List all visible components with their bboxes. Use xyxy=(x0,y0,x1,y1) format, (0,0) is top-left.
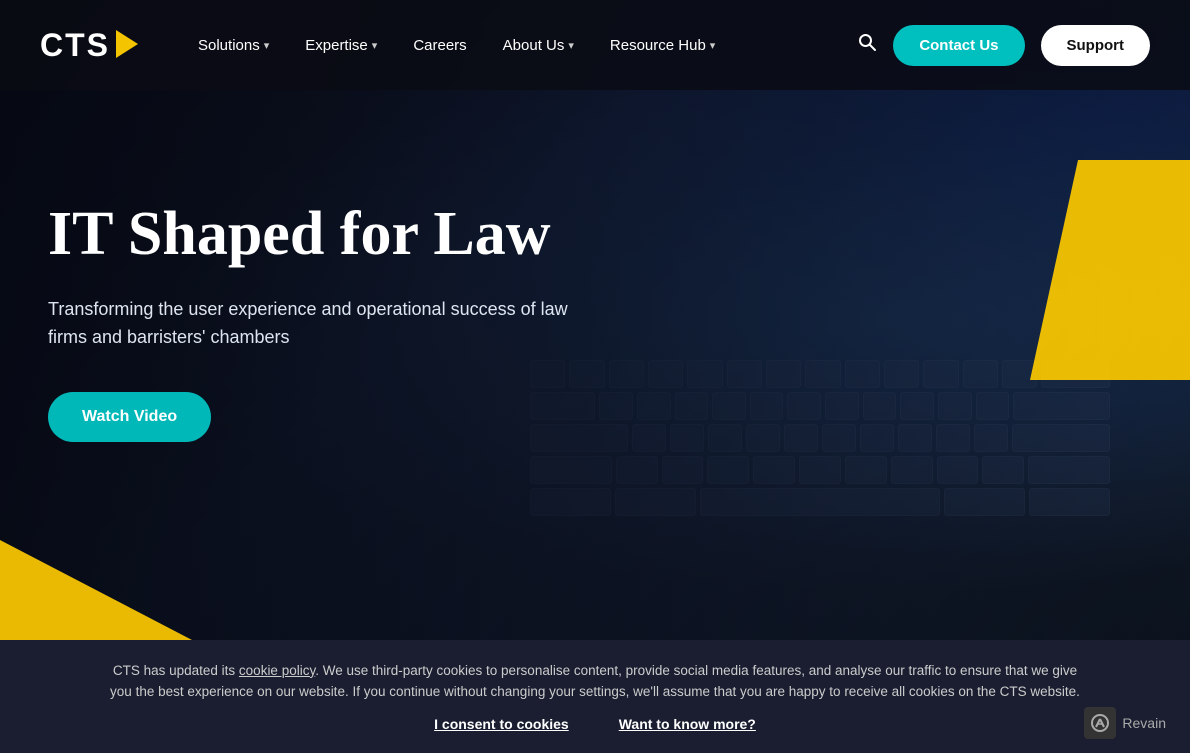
nav-item-careers[interactable]: Careers xyxy=(413,37,466,54)
cookie-actions: I consent to cookies Want to know more? xyxy=(434,716,756,732)
nav-item-expertise[interactable]: Expertise ▾ xyxy=(305,37,377,54)
hero-title: IT Shaped for Law xyxy=(48,200,588,268)
chevron-down-icon: ▾ xyxy=(710,39,716,52)
know-more-button[interactable]: Want to know more? xyxy=(619,716,756,732)
cookie-message: CTS has updated its cookie policy. We us… xyxy=(105,661,1085,703)
contact-us-button[interactable]: Contact Us xyxy=(893,25,1024,66)
nav-links: Solutions ▾ Expertise ▾ Careers About Us… xyxy=(198,37,857,54)
nav-actions: Contact Us Support xyxy=(857,25,1150,66)
support-button[interactable]: Support xyxy=(1041,25,1151,66)
search-icon xyxy=(857,32,877,52)
watch-video-button[interactable]: Watch Video xyxy=(48,392,211,442)
revain-icon xyxy=(1084,707,1116,739)
logo-text: CTS xyxy=(40,27,110,64)
logo-arrow-icon xyxy=(116,30,138,58)
search-button[interactable] xyxy=(857,32,877,58)
nav-item-resource-hub[interactable]: Resource Hub ▾ xyxy=(610,37,715,54)
nav-item-solutions[interactable]: Solutions ▾ xyxy=(198,37,269,54)
revain-badge: Revain xyxy=(1084,707,1166,739)
logo[interactable]: CTS xyxy=(40,27,138,64)
consent-button[interactable]: I consent to cookies xyxy=(434,716,569,732)
hero-subtitle: Transforming the user experience and ope… xyxy=(48,296,588,352)
nav-item-about-us[interactable]: About Us ▾ xyxy=(503,37,574,54)
chevron-down-icon: ▾ xyxy=(264,39,270,52)
cookie-policy-link[interactable]: cookie policy xyxy=(239,663,315,678)
hero-section: IT Shaped for Law Transforming the user … xyxy=(0,0,1190,640)
hero-content: IT Shaped for Law Transforming the user … xyxy=(48,200,588,442)
revain-label: Revain xyxy=(1122,715,1166,731)
cookie-banner: CTS has updated its cookie policy. We us… xyxy=(0,640,1190,753)
chevron-down-icon: ▾ xyxy=(568,39,574,52)
chevron-down-icon: ▾ xyxy=(372,39,378,52)
navbar: CTS Solutions ▾ Expertise ▾ Careers Abou… xyxy=(0,0,1190,90)
